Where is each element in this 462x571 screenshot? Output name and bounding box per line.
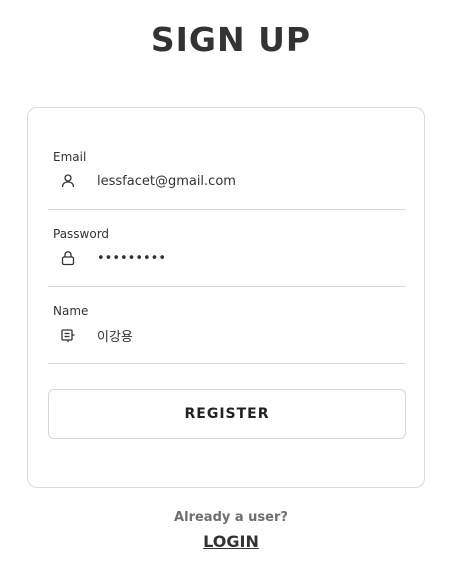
email-label: Email: [53, 150, 87, 164]
name-field-group: Name: [48, 304, 406, 364]
signup-page: SIGN UP Email Password Name: [0, 0, 462, 571]
password-field-group: Password: [48, 227, 406, 287]
name-label: Name: [53, 304, 89, 318]
lock-icon: [60, 250, 76, 266]
already-user-text: Already a user?: [174, 510, 288, 525]
login-link[interactable]: LOGIN: [0, 532, 462, 551]
password-label: Password: [53, 227, 110, 241]
email-field-group: Email: [48, 150, 406, 210]
email-input[interactable]: [97, 169, 387, 193]
signup-form-card: Email Password Name: [27, 107, 425, 488]
page-title: SIGN UP: [150, 20, 312, 59]
id-card-icon: [60, 327, 76, 343]
register-button[interactable]: REGISTER: [48, 389, 406, 439]
name-input[interactable]: [97, 323, 387, 347]
password-input[interactable]: [97, 246, 387, 270]
user-icon: [60, 173, 76, 189]
